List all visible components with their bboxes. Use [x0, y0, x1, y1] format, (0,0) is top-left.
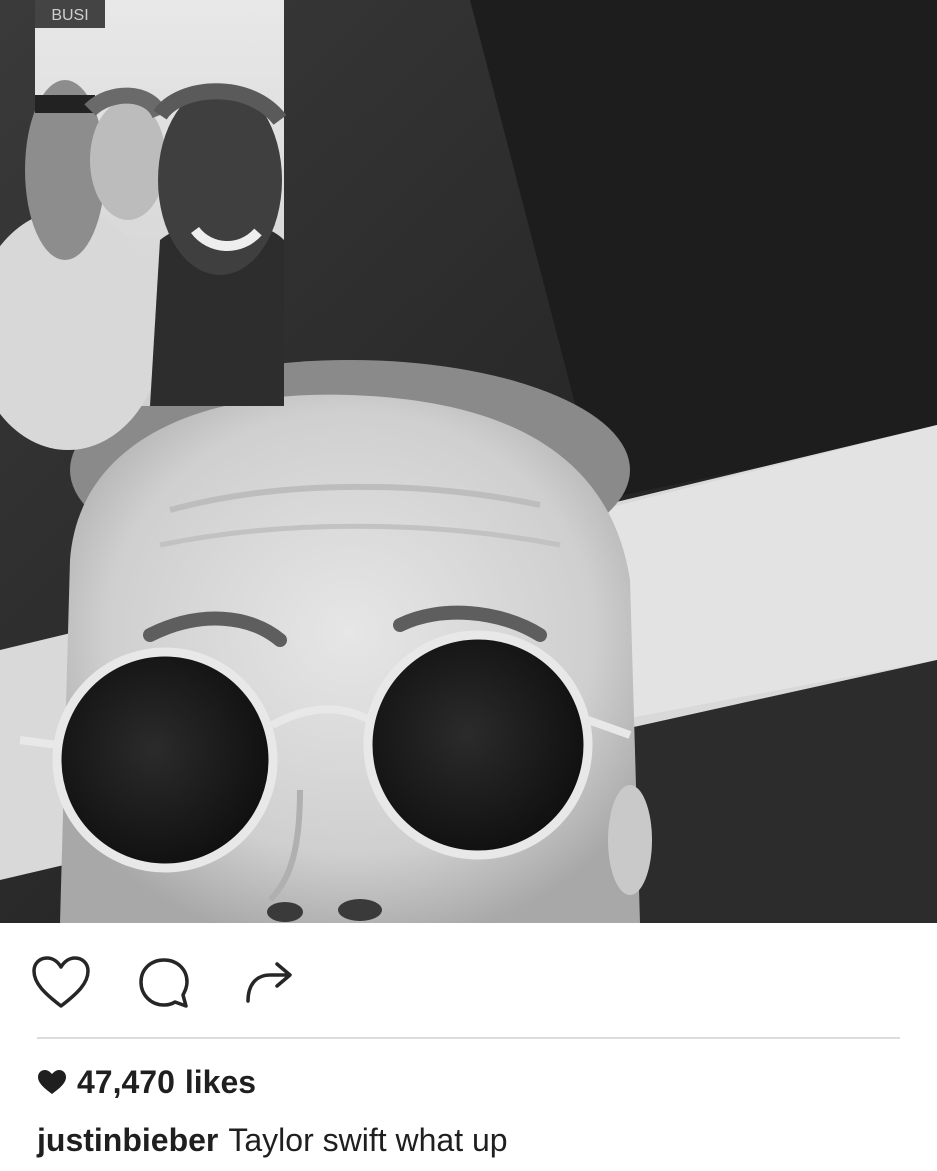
- heart-filled-icon: [38, 1070, 66, 1094]
- post-caption: justinbieber Taylor swift what up: [37, 1118, 508, 1162]
- post-action-bar: [0, 923, 937, 1038]
- heart-outline-icon[interactable]: [30, 955, 92, 1010]
- post-photo-graphic: BUSI: [0, 0, 937, 923]
- likes-label: likes: [184, 1063, 257, 1100]
- share-arrow-icon[interactable]: [244, 955, 296, 1005]
- caption-text: Taylor swift what up: [228, 1121, 508, 1158]
- inset-sign-text: BUSI: [51, 7, 88, 24]
- likes-summary[interactable]: 47,470 likes: [37, 1060, 256, 1104]
- video-call-inset[interactable]: [0, 0, 287, 450]
- likes-count: 47,470: [77, 1063, 175, 1100]
- section-divider: [37, 1037, 900, 1039]
- username-link[interactable]: justinbieber: [37, 1122, 218, 1159]
- post-photo[interactable]: BUSI: [0, 0, 937, 923]
- comment-bubble-icon[interactable]: [136, 955, 192, 1011]
